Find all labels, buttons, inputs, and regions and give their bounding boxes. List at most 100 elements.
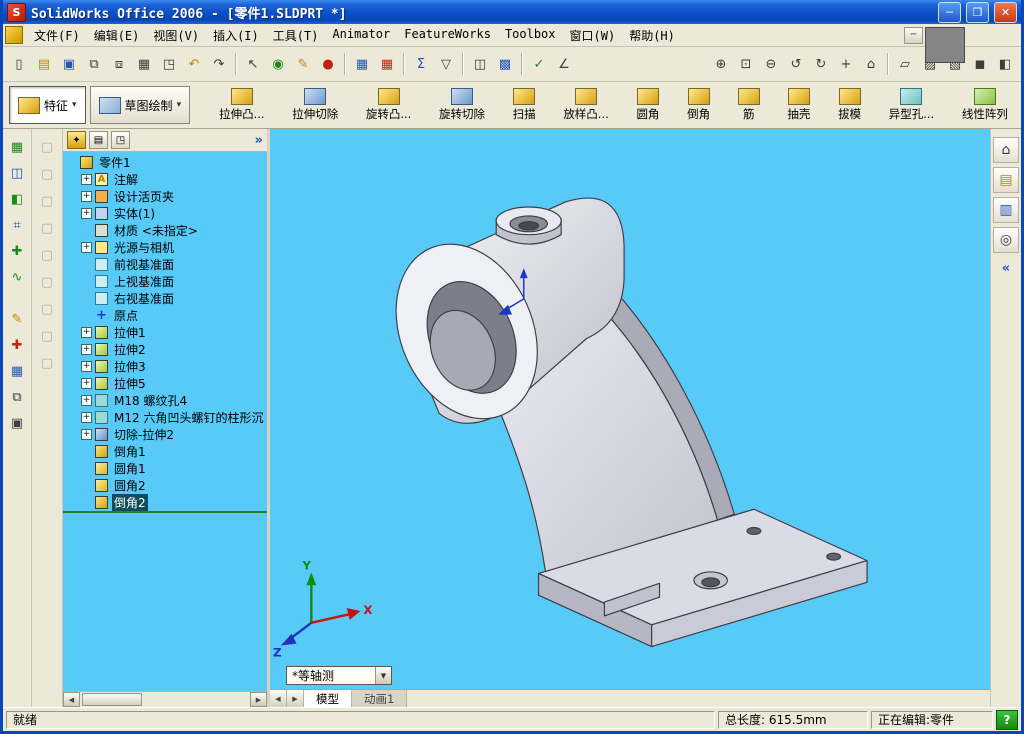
expand-toggle-icon[interactable]: +	[81, 174, 92, 185]
grid-icon[interactable]: ▦	[350, 52, 374, 76]
menu-item[interactable]: 文件(F)	[27, 25, 87, 46]
tree-horizontal-scrollbar[interactable]: ◀ ▶	[63, 691, 267, 707]
view-orientation-box[interactable]: *等轴测 ▼	[286, 666, 392, 685]
menu-item[interactable]: 帮助(H)	[622, 25, 682, 46]
disabled-tool-icon[interactable]: ▢	[35, 297, 59, 321]
chevron-right-icon[interactable]: »	[255, 133, 263, 148]
feature-button[interactable]: 拉伸切除	[285, 85, 345, 125]
tree-item[interactable]: + A 注解	[63, 171, 267, 188]
screen-capture-icon[interactable]: ◫	[468, 52, 492, 76]
expand-toggle-icon[interactable]: +	[81, 378, 92, 389]
tree-item[interactable]: + 拉伸1	[63, 324, 267, 341]
design-table-icon[interactable]: ▦	[375, 52, 399, 76]
chevron-down-icon[interactable]: ▼	[375, 667, 391, 684]
feature-button[interactable]: 异型孔...	[882, 85, 941, 125]
disabled-tool-icon[interactable]: ▢	[35, 135, 59, 159]
sketch-icon[interactable]: ✎	[291, 52, 315, 76]
disabled-tool-icon[interactable]: ▢	[35, 189, 59, 213]
expand-toggle-icon[interactable]: +	[81, 429, 92, 440]
standard-views-icon[interactable]: ⌂	[859, 52, 883, 76]
menu-item[interactable]: Animator	[325, 25, 397, 46]
disabled-tool-icon[interactable]: ▢	[35, 243, 59, 267]
geometry-check-icon[interactable]: ✓	[527, 52, 551, 76]
layers-tool-icon[interactable]: ⧉	[5, 385, 29, 409]
disabled-tool-icon[interactable]: ▢	[35, 216, 59, 240]
feature-button[interactable]: 旋转凸...	[359, 85, 418, 125]
mdi-minimize-icon[interactable]: ─	[904, 26, 923, 44]
zoom-fit-icon[interactable]: ⊕	[709, 52, 733, 76]
zoom-area-icon[interactable]: ⊡	[734, 52, 758, 76]
selection-filter-icon[interactable]: ▽	[434, 52, 458, 76]
menu-item[interactable]: Toolbox	[498, 25, 563, 46]
color-icon[interactable]: ●	[316, 52, 340, 76]
make-assembly-icon[interactable]: ⧈	[107, 52, 131, 76]
tree-item[interactable]: + 光源与相机	[63, 239, 267, 256]
expand-toggle-icon[interactable]: +	[81, 191, 92, 202]
expand-toggle-icon[interactable]: +	[81, 395, 92, 406]
menu-item[interactable]: 视图(V)	[146, 25, 206, 46]
search-icon[interactable]: ◎	[993, 227, 1019, 253]
menu-item[interactable]: 窗口(W)	[563, 25, 623, 46]
disabled-tool-icon[interactable]: ▢	[35, 162, 59, 186]
chevron-down-icon[interactable]: ▾	[177, 100, 182, 110]
feature-button[interactable]: 筋	[731, 85, 767, 125]
wireframe-icon[interactable]: ▱	[893, 52, 917, 76]
expand-toggle-icon[interactable]: +	[81, 344, 92, 355]
open-icon[interactable]: ▤	[32, 52, 56, 76]
tree-item[interactable]: 材质 <未指定>	[63, 222, 267, 239]
axis-tool-icon[interactable]: ✚	[5, 239, 29, 263]
tree-item[interactable]: + 拉伸5	[63, 375, 267, 392]
section-view-icon[interactable]: ◧	[993, 52, 1017, 76]
expand-toggle-icon[interactable]: +	[81, 208, 92, 219]
menu-item[interactable]: FeatureWorks	[397, 25, 498, 46]
tree-item[interactable]: + 实体(1)	[63, 205, 267, 222]
disabled-tool-icon[interactable]: ▢	[35, 324, 59, 348]
disabled-tool-icon[interactable]: ▢	[35, 351, 59, 375]
scroll-right-icon[interactable]: ▶	[250, 692, 267, 707]
menu-item[interactable]: 插入(I)	[206, 25, 266, 46]
expand-toggle-icon[interactable]: +	[81, 327, 92, 338]
file-explorer-icon[interactable]: ▥	[993, 197, 1019, 223]
feature-button[interactable]: 放样凸...	[556, 85, 615, 125]
shaded-icon[interactable]: ◼	[968, 52, 992, 76]
select-icon[interactable]: ↖	[241, 52, 265, 76]
maximize-button[interactable]: ❐	[966, 1, 989, 23]
check-tool-icon[interactable]: ✚	[5, 333, 29, 357]
rotate-view-icon[interactable]: ↻	[809, 52, 833, 76]
tab-features[interactable]: 特征 ▾	[9, 86, 86, 124]
configurationmanager-tab-icon[interactable]: ◳	[111, 131, 130, 149]
tab-model[interactable]: 模型	[304, 690, 352, 707]
tree-item[interactable]: 右视基准面	[63, 290, 267, 307]
print-icon[interactable]: ▦	[132, 52, 156, 76]
tree-item[interactable]: + 拉伸3	[63, 358, 267, 375]
measure-icon[interactable]: ∠	[552, 52, 576, 76]
save-icon[interactable]: ▣	[57, 52, 81, 76]
model-canvas[interactable]: Y X Z	[270, 129, 990, 689]
tree-item[interactable]: 倒角1	[63, 443, 267, 460]
annotate-tool-icon[interactable]: ✎	[5, 307, 29, 331]
pan-icon[interactable]: +	[834, 52, 858, 76]
new-icon[interactable]: ▯	[7, 52, 31, 76]
box-tool-icon[interactable]: ▣	[5, 411, 29, 435]
tab-scroll-left-icon[interactable]: ◀	[270, 690, 287, 707]
feature-button[interactable]: 抽壳	[780, 85, 817, 125]
tab-scroll-right-icon[interactable]: ▶	[287, 690, 304, 707]
tree-item[interactable]: 上视基准面	[63, 273, 267, 290]
undo-icon[interactable]: ↶	[182, 52, 206, 76]
design-library-icon[interactable]: ▤	[993, 167, 1019, 193]
disabled-tool-icon[interactable]: ▢	[35, 270, 59, 294]
chevron-left-icon[interactable]: «	[1002, 261, 1010, 276]
cylinder-tool-icon[interactable]: ◫	[5, 161, 29, 185]
tree-item[interactable]: 前视基准面	[63, 256, 267, 273]
corner-tool-icon[interactable]: ◧	[5, 187, 29, 211]
plane-tool-icon[interactable]: ⌗	[5, 213, 29, 237]
tree-item[interactable]: 圆角2	[63, 477, 267, 494]
make-drawing-icon[interactable]: ⧉	[82, 52, 106, 76]
featuremanager-tab-icon[interactable]: ✦	[67, 131, 86, 149]
rebuild-icon[interactable]: ◉	[266, 52, 290, 76]
spline-tool-icon[interactable]: ∿	[5, 265, 29, 289]
redo-icon[interactable]: ↷	[207, 52, 231, 76]
menu-item[interactable]: 编辑(E)	[87, 25, 147, 46]
feature-button[interactable]: 圆角	[629, 85, 666, 125]
close-button[interactable]: ✕	[994, 1, 1017, 23]
